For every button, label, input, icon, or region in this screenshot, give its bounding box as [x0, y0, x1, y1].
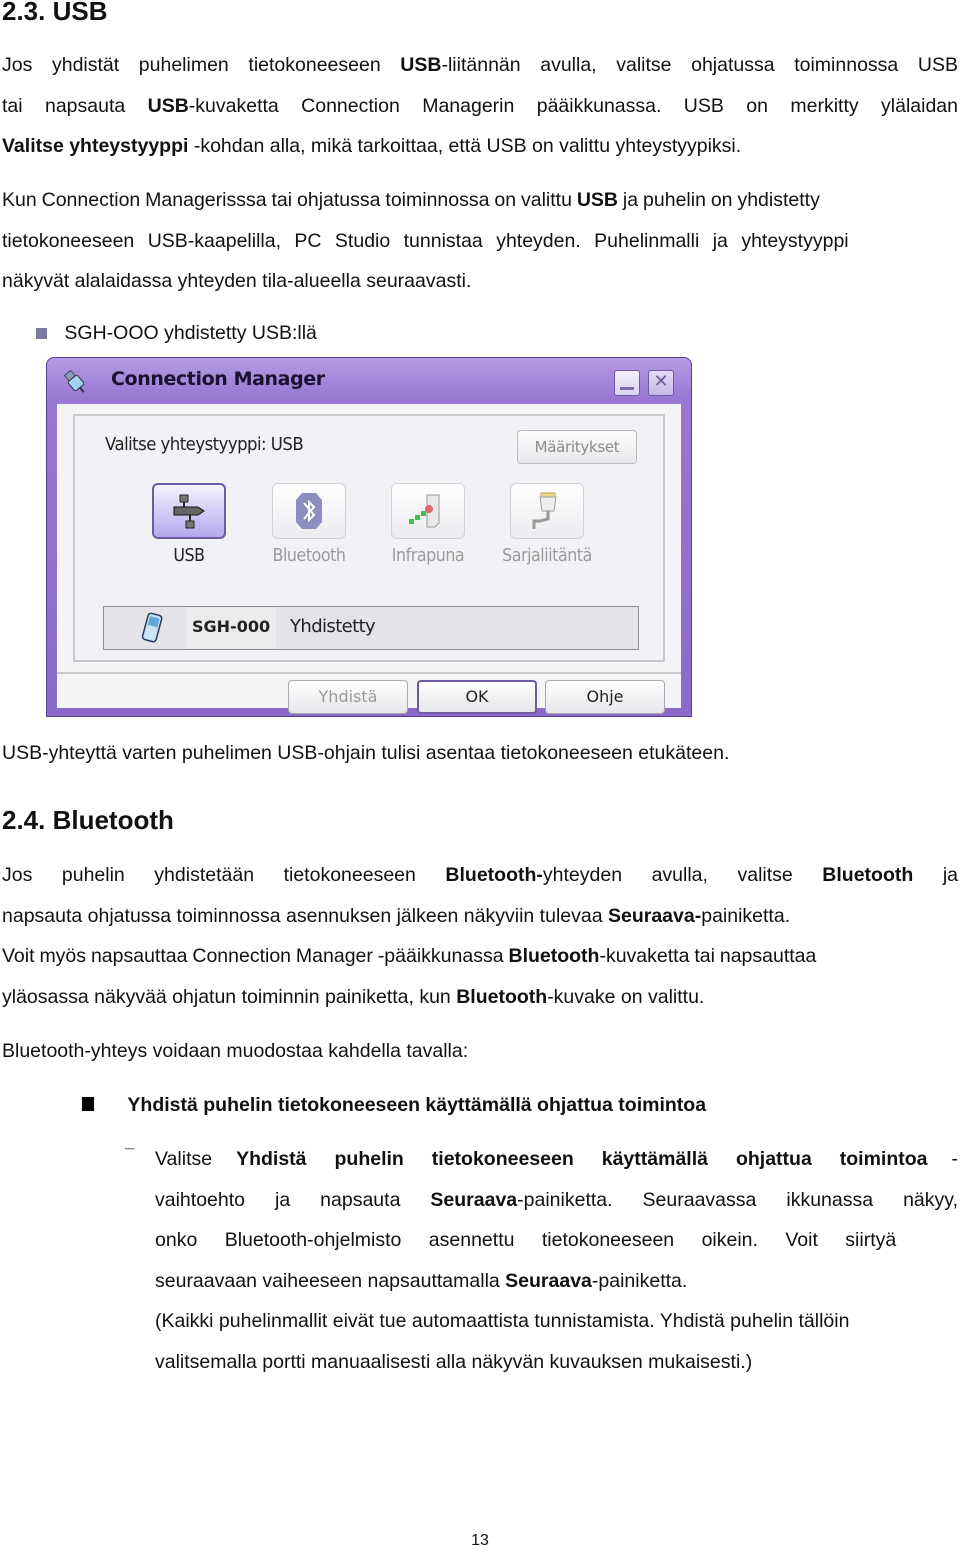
section-heading-bluetooth: 2.4. Bluetooth: [2, 805, 174, 835]
connection-type-serial[interactable]: Sarjaliitäntä: [487, 483, 607, 566]
text-line: tietokoneeseen USB-kaapelilla, PC Studio…: [2, 229, 849, 252]
connection-type-label: Infrapuna: [391, 545, 465, 566]
text-line: vaihtoehto ja napsauta Seuraava-painiket…: [155, 1188, 958, 1211]
connection-type-label: USB: [173, 545, 205, 566]
connection-type-bluetooth[interactable]: Bluetooth: [249, 483, 369, 566]
text-line: Kun Connection Managerisssa tai ohjatuss…: [2, 189, 820, 211]
wizard-instructions: Valitse Yhdistä puhelin tietokoneeseen k…: [155, 1139, 958, 1382]
text-line: yläosassa näkyvää ohjatun toiminnin pain…: [2, 985, 705, 1008]
text-line: onko Bluetooth-ohjelmisto asennettu tiet…: [155, 1229, 897, 1251]
text-line: tai napsauta USB-kuvaketta Connection Ma…: [2, 94, 958, 117]
close-icon: ✕: [653, 371, 669, 392]
serial-tile[interactable]: [510, 483, 584, 539]
text-line: napsauta ohjatussa toiminnossa asennukse…: [2, 904, 791, 927]
bullet-text: SGH-OOO yhdistetty USB:llä: [64, 322, 317, 344]
usb-driver-note: USB-yhteyttä varten puhelimen USB-ohjain…: [2, 742, 730, 764]
usb-status-paragraph: Kun Connection Managerisssa tai ohjatuss…: [2, 180, 958, 302]
connection-type-label: Sarjaliitäntä: [502, 545, 592, 566]
close-button[interactable]: ✕: [648, 370, 674, 396]
connection-type-usb[interactable]: USB: [129, 483, 249, 566]
text-line: valitsemalla portti manuaalisesti alla n…: [155, 1350, 753, 1373]
text-line: seuraavaan vaiheeseen napsauttamalla Seu…: [155, 1269, 688, 1292]
divider: [57, 672, 681, 674]
connection-state: Yhdistetty: [290, 616, 376, 637]
bullet-text: Yhdistä puhelin tietokoneeseen käyttämäl…: [127, 1094, 707, 1116]
page-number: 13: [471, 1532, 489, 1549]
text-line: (Kaikki puhelinmallit eivät tue automaat…: [155, 1310, 850, 1332]
connection-type-infrared[interactable]: Infrapuna: [368, 483, 488, 566]
phone-model: SGH-000: [186, 607, 277, 649]
settings-button[interactable]: Määritykset: [517, 430, 637, 464]
window-body: Valitse yhteystyyppi: USB Määritykset US…: [57, 404, 681, 714]
text-line: Valitse yhteystyyppi -kohdan alla, mikä …: [2, 135, 742, 157]
bluetooth-tile[interactable]: [272, 483, 346, 539]
usb-plug-icon: [61, 368, 91, 398]
ok-button[interactable]: OK: [417, 680, 537, 714]
text-line: Valitse Yhdistä puhelin tietokoneeseen k…: [155, 1148, 958, 1170]
text-line: Jos yhdistät puhelimen tietokoneeseen US…: [2, 54, 958, 76]
serial-cable-icon: [532, 492, 557, 529]
text-line: Jos puhelin yhdistetään tietokoneeseen B…: [2, 864, 958, 886]
bluetooth-icon: [296, 493, 322, 529]
minimize-button[interactable]: [614, 370, 640, 396]
help-button[interactable]: Ohje: [545, 680, 665, 714]
usb-intro-paragraph: Jos yhdistät puhelimen tietokoneeseen US…: [2, 45, 958, 167]
bullet-item-usb-connected: SGH-OOO yhdistetty USB:llä: [36, 322, 317, 345]
usb-tile[interactable]: [152, 483, 226, 539]
connection-panel: Valitse yhteystyyppi: USB Määritykset US…: [73, 414, 665, 662]
connection-type-label: Valitse yhteystyyppi: USB: [105, 434, 304, 455]
connect-button[interactable]: Yhdistä: [288, 680, 408, 714]
bluetooth-methods-intro: Bluetooth-yhteys voidaan muodostaa kahde…: [2, 1040, 469, 1062]
square-bullet-icon: [82, 1097, 94, 1111]
window-title: Connection Manager: [111, 368, 325, 390]
section-heading-usb: 2.3. USB: [2, 0, 108, 26]
usb-icon: [173, 494, 205, 529]
dash-bullet-icon: −: [124, 1138, 136, 1160]
connection-status-bar: SGH-000 Yhdistetty: [103, 606, 639, 650]
infrared-tile[interactable]: [391, 483, 465, 539]
infrared-icon: [409, 494, 440, 528]
connection-manager-window: Connection Manager ✕ Valitse yhteystyypp…: [46, 357, 692, 717]
text-line: näkyvät alalaidassa yhteyden tila-alueel…: [2, 270, 472, 292]
square-bullet-icon: [36, 328, 47, 339]
bullet-item-wizard: Yhdistä puhelin tietokoneeseen käyttämäl…: [82, 1094, 706, 1117]
bluetooth-intro-paragraph: Jos puhelin yhdistetään tietokoneeseen B…: [2, 855, 958, 1017]
text-line: Voit myös napsauttaa Connection Manager …: [2, 945, 817, 967]
phone-icon: [141, 612, 163, 643]
connection-type-label: Bluetooth: [272, 545, 346, 566]
